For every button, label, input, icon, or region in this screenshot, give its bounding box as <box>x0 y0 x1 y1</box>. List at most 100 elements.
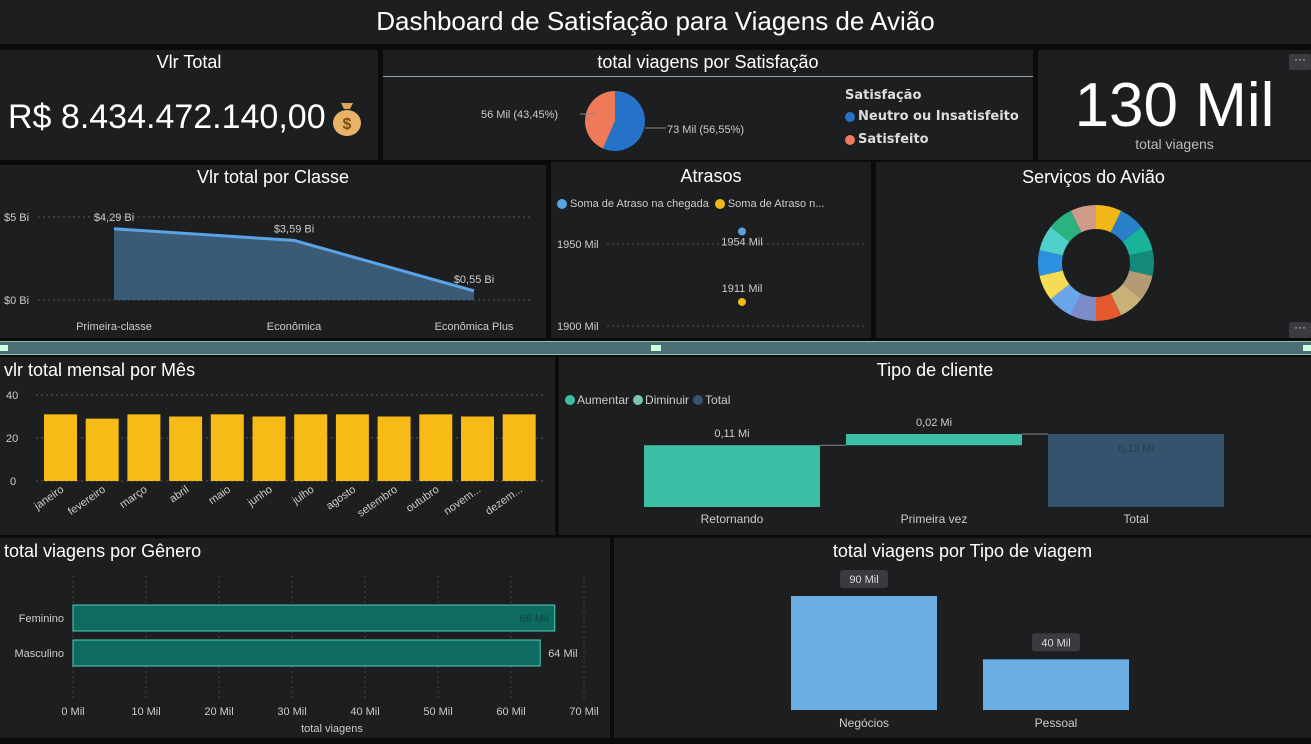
waterfall-bar[interactable] <box>846 434 1022 446</box>
x-tick: dezem... <box>483 484 524 518</box>
svg-text:$: $ <box>342 116 351 133</box>
bar[interactable] <box>169 416 203 482</box>
x-tick: junho <box>245 484 275 510</box>
data-label: $3,59 Bi <box>274 223 314 235</box>
bar[interactable] <box>791 596 937 710</box>
resize-handle[interactable] <box>0 345 8 351</box>
y-tick: 1900 Mil <box>557 321 599 333</box>
kpi-trips-card[interactable]: 130 Mil total viagens ··· <box>1038 50 1311 160</box>
satisfaction-panel[interactable]: total viagens por Satisfação 56 Mil (43,… <box>383 50 1033 160</box>
y-tick: $0 Bi <box>4 295 29 307</box>
money-bag-icon: $ <box>332 102 361 136</box>
x-tick: Pessoal <box>1035 716 1078 730</box>
client-waterfall-chart[interactable]: 0,11 Mi Retornando 0,02 Mi Primeira vez 0,13… <box>559 357 1311 535</box>
data-label: 1954 Mil <box>721 236 763 248</box>
bar[interactable] <box>983 659 1129 710</box>
legend-dot <box>845 134 855 145</box>
data-label: $0,55 Bi <box>454 274 494 286</box>
x-tick: 40 Mil <box>350 706 379 718</box>
x-axis-label: total viagens <box>301 723 363 735</box>
satisfaction-title: total viagens por Satisfação <box>597 52 819 72</box>
bar[interactable] <box>502 414 536 481</box>
x-tick: agosto <box>324 484 358 513</box>
legend-label: Satisfeito <box>858 132 929 147</box>
legend-item-satisfied[interactable]: Satisfeito <box>845 132 1019 147</box>
x-tick: novem... <box>442 484 483 518</box>
scatter-point[interactable] <box>738 227 746 236</box>
legend-item-neutral[interactable]: Neutro ou Insatisfeito <box>845 109 1019 124</box>
waterfall-bar[interactable] <box>644 445 820 507</box>
kpi-total-card[interactable]: Vlr Total R$ 8.434.472.140,00 $ <box>0 50 378 160</box>
bar[interactable] <box>127 414 161 481</box>
bar[interactable] <box>461 416 494 482</box>
x-tick: março <box>118 484 150 511</box>
x-tick: maio <box>207 484 233 508</box>
x-tick: setembro <box>355 484 399 520</box>
resize-handle[interactable] <box>1303 345 1311 351</box>
bar[interactable] <box>44 414 77 481</box>
y-tick: Feminino <box>19 613 64 625</box>
x-tick: janeiro <box>31 484 66 513</box>
bar[interactable] <box>419 414 453 481</box>
x-tick: outubro <box>404 484 441 515</box>
kpi-total-amount: R$ 8.434.472.140,00 <box>8 98 326 136</box>
resize-handle[interactable] <box>651 345 661 351</box>
bar[interactable] <box>294 414 328 481</box>
x-tick: fevereiro <box>66 484 108 518</box>
section-divider <box>0 341 1311 355</box>
monthly-panel[interactable]: vlr total mensal por Mês 40 20 0 janeiro… <box>0 357 555 535</box>
x-tick: 30 Mil <box>277 706 306 718</box>
delays-panel[interactable]: Atrasos Soma de Atraso na chegada Soma d… <box>551 162 871 338</box>
monthly-bar-chart[interactable]: 40 20 0 janeiro fevereiro março abril maio ju… <box>0 357 555 535</box>
x-tick: Primeira-classe <box>76 321 152 333</box>
legend-dot <box>845 111 855 122</box>
y-tick: 20 <box>6 433 18 445</box>
more-options-button[interactable]: ··· <box>1289 321 1311 338</box>
legend-label: Neutro ou Insatisfeito <box>858 109 1019 124</box>
pie-label-satisfied: 56 Mil (43,45%) <box>481 109 558 121</box>
y-tick: Masculino <box>14 648 64 660</box>
bar[interactable] <box>210 414 244 481</box>
bar[interactable] <box>335 414 369 481</box>
class-title: Vlr total por Classe <box>196 167 350 187</box>
x-tick: 60 Mil <box>496 706 525 718</box>
y-tick: 0 <box>10 476 16 488</box>
data-label: 40 Mil <box>1041 637 1070 649</box>
y-tick: $5 Bi <box>4 212 29 224</box>
more-options-button[interactable]: ··· <box>1289 53 1311 70</box>
bar[interactable] <box>377 416 411 482</box>
trip-type-bar-chart[interactable]: 90 Mil Negócios 40 Mil Pessoal <box>614 538 1311 738</box>
bar[interactable] <box>85 418 119 481</box>
gender-panel[interactable]: total viagens por Gênero 0 Mil 10 Mil 20 M… <box>0 538 610 738</box>
y-tick: 1950 Mil <box>557 239 599 251</box>
data-label: $4,29 Bi <box>94 212 134 224</box>
delays-scatter-chart[interactable]: 1950 Mil 1900 Mil 1954 Mil 1911 Mil <box>551 162 871 338</box>
services-panel[interactable]: Serviços do Avião ··· <box>876 162 1311 338</box>
kpi-trips-value: 130 Mil <box>1074 71 1275 140</box>
page-title: Dashboard de Satisfação para Viagens de … <box>376 6 935 36</box>
bar[interactable] <box>72 604 556 632</box>
data-label: 0,13 Mi <box>1118 443 1154 455</box>
client-type-panel[interactable]: Tipo de cliente Aumentar Diminuir Total … <box>559 357 1311 535</box>
services-donut-chart[interactable] <box>876 162 1311 338</box>
x-tick: Retornando <box>701 512 764 526</box>
legend-title: Satisfação <box>845 88 922 103</box>
x-tick: 70 Mil <box>569 706 598 718</box>
x-tick: 50 Mil <box>423 706 452 718</box>
data-label: 0,02 Mi <box>916 417 952 429</box>
y-tick: 40 <box>6 390 18 402</box>
class-panel[interactable]: Vlr total por Classe $5 Bi $0 Bi $4,29 B… <box>0 165 546 338</box>
trip-type-panel[interactable]: total viagens por Tipo de viagem 90 Mil N… <box>614 538 1311 738</box>
pie-label-neutral: 73 Mil (56,55%) <box>667 124 744 136</box>
scatter-point[interactable] <box>738 297 746 306</box>
data-label: 90 Mil <box>849 574 878 586</box>
x-tick: Primeira vez <box>901 512 968 526</box>
bar[interactable] <box>72 639 541 667</box>
x-tick: Negócios <box>839 716 889 730</box>
class-area-chart[interactable]: $5 Bi $0 Bi $4,29 Bi $3,59 Bi $0,55 Bi Pri… <box>0 188 546 338</box>
bar[interactable] <box>252 416 286 482</box>
kpi-total-value: R$ 8.434.472.140,00 $ <box>8 98 364 137</box>
gender-bar-chart[interactable]: 0 Mil 10 Mil 20 Mil 30 Mil 40 Mil 50 Mil 60 Mi… <box>0 538 610 738</box>
x-tick: abril <box>167 484 191 506</box>
x-tick: Econômica Plus <box>435 321 514 333</box>
